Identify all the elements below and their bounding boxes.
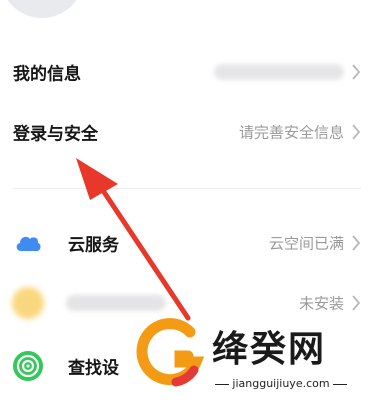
avatar[interactable] (0, 0, 84, 18)
my-info-row[interactable]: 我的信息 (0, 42, 374, 102)
login-security-row[interactable]: 登录与安全 请完善安全信息 (0, 102, 374, 162)
find-device-label: 查找设 (68, 358, 119, 379)
find-device-icon (13, 351, 43, 381)
my-info-value (214, 64, 344, 80)
login-security-value: 请完善安全信息 (238, 123, 344, 142)
login-security-label: 登录与安全 (13, 124, 98, 145)
cloud-service-label: 云服务 (68, 235, 119, 256)
chevron-right-icon (352, 235, 361, 251)
section-divider (13, 188, 361, 189)
chevron-right-icon (352, 64, 361, 80)
cloud-icon (16, 236, 41, 251)
blurred-app-label (66, 295, 166, 311)
blurred-app-value: 未安装 (298, 294, 344, 313)
my-info-label: 我的信息 (13, 64, 81, 85)
watermark-logo (136, 318, 205, 387)
watermark-title: 绛癸网 (212, 329, 327, 370)
chevron-right-icon (352, 124, 361, 140)
chevron-right-icon (352, 295, 361, 311)
cloud-service-row[interactable]: 云服务 云空间已满 (0, 213, 374, 273)
watermark-url: jiangguijiuye.com (206, 377, 356, 390)
cloud-service-value: 云空间已满 (268, 234, 344, 253)
watermark-url-text: jiangguijiuye.com (232, 377, 330, 390)
app-icon (12, 287, 44, 319)
